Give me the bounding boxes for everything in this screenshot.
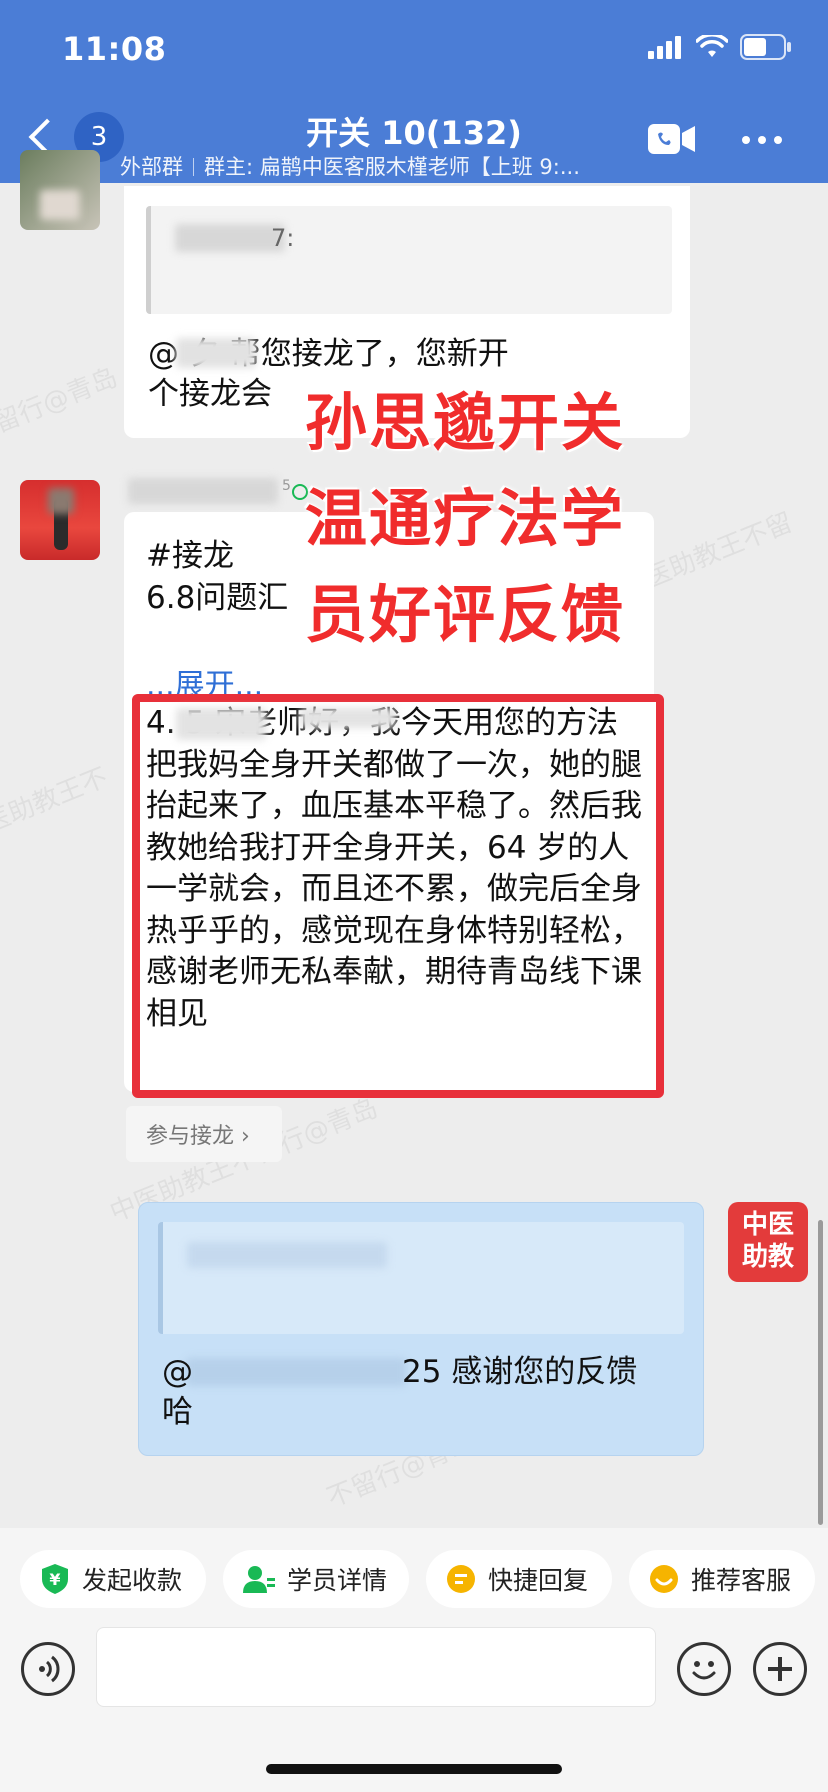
blurred-quote-name: [187, 1242, 387, 1268]
chat-title: 开关 10(132): [306, 114, 522, 152]
recommend-icon: [650, 1565, 678, 1593]
wifi-icon: [696, 35, 728, 57]
student-icon: [243, 1566, 275, 1593]
group-owner-label: 群主: 扁鹊中医客服木槿老师【上班 9:...: [204, 155, 580, 179]
plus-icon: [768, 1657, 792, 1681]
join-chain-button[interactable]: 参与接龙 ›: [126, 1106, 282, 1162]
reply-text: 25 感谢您的反馈 哈: [162, 1354, 638, 1430]
avatar-blur: [40, 190, 80, 220]
blurred-name: [175, 224, 285, 252]
emoji-icon: [692, 1661, 716, 1680]
avatar-label-line: 中医: [741, 1210, 794, 1240]
quick-action-label: 推荐客服: [691, 1566, 792, 1595]
divider: [193, 158, 194, 176]
quoted-message[interactable]: 7:: [146, 206, 672, 314]
quick-reply-icon: [447, 1565, 475, 1593]
overlay-caption-line: 温通疗法学: [305, 482, 626, 555]
payment-icon: ¥: [42, 1564, 68, 1594]
battery-icon: [740, 34, 791, 60]
svg-text:¥: ¥: [49, 1570, 60, 1589]
quick-action-quick-reply[interactable]: 快捷回复: [426, 1550, 612, 1608]
message-input[interactable]: [96, 1627, 656, 1707]
group-type-label: 外部群: [120, 155, 183, 179]
home-indicator[interactable]: [266, 1764, 562, 1774]
more-dot-icon: [742, 136, 750, 144]
scrollbar[interactable]: [818, 1220, 823, 1525]
more-actions-button[interactable]: [753, 1642, 807, 1696]
overlay-caption-line: 孙思邈开关: [305, 386, 626, 459]
watermark: 留行@青岛: [0, 362, 122, 440]
more-options-button[interactable]: [742, 136, 782, 144]
message-line: 6.8问题汇: [146, 580, 289, 616]
status-icons: [648, 34, 792, 60]
blurred-mention: [176, 338, 256, 368]
self-avatar[interactable]: 中医 助教: [728, 1202, 808, 1282]
quick-action-recommend[interactable]: 推荐客服: [629, 1550, 815, 1608]
quoted-message[interactable]: [158, 1222, 684, 1334]
chat-subtitle: 外部群 群主: 扁鹊中医客服木槿老师【上班 9:...: [120, 151, 580, 181]
quick-action-label: 学员详情: [287, 1566, 388, 1595]
quick-action-payment[interactable]: ¥ 发起收款: [20, 1550, 206, 1608]
blurred-sender-name: [128, 478, 278, 504]
watermark: 医助教王不: [0, 762, 112, 840]
message-line: #接龙: [146, 538, 234, 574]
avatar-blur: [48, 488, 74, 514]
status-time: 11:08: [62, 30, 167, 68]
more-dot-icon: [774, 136, 782, 144]
blurred-phone: [300, 708, 396, 728]
video-camera-icon: [648, 124, 695, 154]
voice-icon: [39, 1655, 60, 1683]
avatar-label-line: 助教: [741, 1242, 794, 1272]
blurred-name: [176, 708, 266, 740]
voice-input-button[interactable]: [21, 1642, 75, 1696]
avatar[interactable]: [20, 150, 100, 230]
chat-header: 11:08 3 开关 10(132) 外部群 群主: 扁鹊中医客服木槿老师【上班 …: [0, 0, 828, 183]
quote-fragment: 7:: [271, 224, 295, 252]
quick-action-label: 发起收款: [82, 1566, 183, 1595]
quick-action-label: 快捷回复: [488, 1566, 589, 1595]
emoji-button[interactable]: [677, 1642, 731, 1696]
avatar[interactable]: [20, 480, 100, 560]
more-dot-icon: [758, 136, 766, 144]
quick-action-student-detail[interactable]: 学员详情: [223, 1550, 409, 1608]
overlay-caption-line: 员好评反馈: [305, 578, 626, 651]
video-call-button[interactable]: [648, 124, 696, 158]
sender-name-suffix: 5: [282, 478, 291, 494]
highlighted-feedback-text: 4. 5 宋老师好，我今天用您的方法把我妈全身开关都做了一次，她的腿抬起来了，血…: [146, 705, 642, 1032]
signal-icon: [648, 36, 681, 59]
